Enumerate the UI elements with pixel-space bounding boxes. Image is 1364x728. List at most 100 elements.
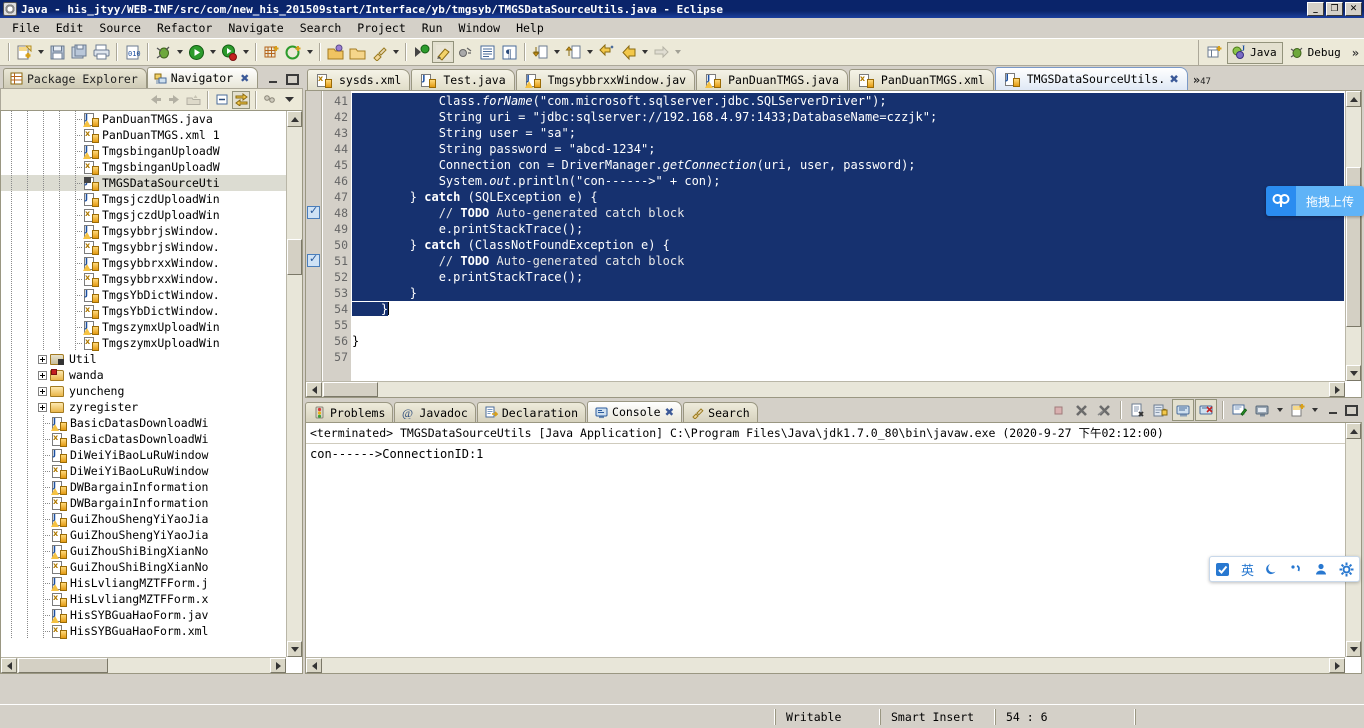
menu-file[interactable]: File — [4, 19, 48, 37]
console-horizontal-scrollbar[interactable] — [306, 657, 1345, 673]
tree-item[interactable]: J TmgsybbrxxWindow. — [1, 255, 286, 271]
search-dropdown-icon[interactable] — [390, 41, 401, 63]
paragraph-marks-icon[interactable]: ¶ — [498, 41, 520, 63]
pin-console-icon[interactable] — [1172, 399, 1194, 421]
collapse-all-icon[interactable] — [213, 91, 231, 109]
remove-all-launches-icon[interactable] — [1093, 399, 1115, 421]
tree-item[interactable]: J HisSYBGuaHaoForm.jav — [1, 607, 286, 623]
next-annotation-icon[interactable] — [529, 41, 551, 63]
open-resource-icon[interactable] — [346, 41, 368, 63]
tree-item[interactable]: x TmgsjczdUploadWin — [1, 207, 286, 223]
editor-scroll-up-button[interactable] — [1346, 91, 1361, 107]
tree-item[interactable]: x TmgsYbDictWindow. — [1, 303, 286, 319]
tree-expand-icon[interactable] — [38, 386, 47, 396]
navigator-scroll-left-button[interactable] — [1, 658, 17, 673]
maximize-button[interactable]: ❐ — [1326, 2, 1343, 16]
search-icon[interactable] — [368, 41, 390, 63]
tree-item[interactable]: J TmgsYbDictWindow. — [1, 287, 286, 303]
tree-item[interactable]: J DiWeiYiBaoLuRuWindow — [1, 447, 286, 463]
tree-item[interactable]: x TmgsybbrjsWindow. — [1, 239, 286, 255]
editor-tab[interactable]: J TMGSDataSourceUtils. ✖ — [994, 67, 1188, 90]
tree-item[interactable]: J TmgszymxUploadWin — [1, 319, 286, 335]
tree-item[interactable]: x GuiZhouShengYiYaoJia — [1, 527, 286, 543]
code-line[interactable]: } — [352, 333, 1344, 349]
tree-item[interactable]: x PanDuanTMGS.xml 1 — [1, 127, 286, 143]
editor-scroll-left-button[interactable] — [306, 382, 322, 397]
console-view-tab[interactable]: Search — [683, 402, 758, 422]
editor-vertical-scrollbar[interactable] — [1345, 91, 1361, 381]
maximize-view-icon[interactable] — [286, 74, 299, 85]
run-icon[interactable] — [185, 41, 207, 63]
ime-user-icon[interactable] — [1314, 562, 1328, 576]
scroll-lock-icon[interactable] — [1149, 399, 1171, 421]
print-icon[interactable] — [90, 41, 112, 63]
open-type-icon[interactable] — [324, 41, 346, 63]
menu-help[interactable]: Help — [508, 19, 552, 37]
skip-breakpoints-icon[interactable] — [454, 41, 476, 63]
breakpoint-marker-icon[interactable] — [307, 204, 320, 219]
view-tab-navigator-close-icon[interactable]: ✖ — [240, 72, 249, 85]
tree-item[interactable]: J PanDuanTMGS.java — [1, 111, 286, 127]
tree-expand-icon[interactable] — [38, 354, 47, 364]
clear-console-icon[interactable] — [1126, 399, 1148, 421]
code-line[interactable]: } — [352, 301, 1344, 317]
ime-status-icon[interactable] — [1215, 562, 1230, 577]
tree-item[interactable]: J TmgsjczdUploadWin — [1, 191, 286, 207]
editor-hscroll-thumb[interactable] — [323, 382, 378, 397]
code-line[interactable]: String user = "sa"; — [352, 125, 1344, 141]
view-menu-icon[interactable] — [261, 91, 279, 109]
navigator-scroll-thumb[interactable] — [287, 239, 302, 275]
new-console-dropdown-icon[interactable] — [1274, 399, 1285, 421]
editor-tab[interactable]: x PanDuanTMGS.xml — [848, 69, 994, 90]
editor-tab[interactable]: J TmgsybbrxxWindow.jav — [515, 69, 696, 90]
editor-tab[interactable]: J PanDuanTMGS.java — [696, 69, 848, 90]
close-button[interactable]: ✕ — [1345, 2, 1362, 16]
breakpoint-marker-icon[interactable] — [307, 252, 320, 267]
tree-item[interactable]: J TmgsbinganUploadW — [1, 143, 286, 159]
code-line[interactable]: // TODO Auto-generated catch block — [352, 253, 1344, 269]
tree-item[interactable]: x HisSYBGuaHaoForm.xml — [1, 623, 286, 639]
open-perspective-icon[interactable] — [1203, 42, 1225, 64]
code-line[interactable]: String password = "abcd-1234"; — [352, 141, 1344, 157]
back-icon[interactable] — [617, 41, 639, 63]
baidu-netdisk-upload-widget[interactable]: 拖拽上传 — [1266, 186, 1364, 216]
tree-item[interactable]: x DiWeiYiBaoLuRuWindow — [1, 463, 286, 479]
tree-item[interactable]: wanda — [1, 367, 286, 383]
link-with-editor-icon[interactable] — [232, 90, 250, 109]
code-line[interactable]: // TODO Auto-generated catch block — [352, 205, 1344, 221]
code-line[interactable]: e.printStackTrace(); — [352, 269, 1344, 285]
navigator-scroll-right-button[interactable] — [270, 658, 286, 673]
code-line[interactable] — [352, 349, 1344, 365]
debug-dropdown-icon[interactable] — [174, 41, 185, 63]
tree-item[interactable]: x DWBargainInformation — [1, 495, 286, 511]
tree-item[interactable]: JTMGSDataSourceUti — [1, 175, 286, 191]
code-line[interactable]: } catch (ClassNotFoundException e) { — [352, 237, 1344, 253]
console-vertical-scrollbar[interactable] — [1345, 423, 1361, 657]
ime-language-label[interactable]: 英 — [1241, 560, 1254, 579]
console-scroll-down-button[interactable] — [1346, 641, 1361, 657]
navigator-scroll-up-button[interactable] — [287, 111, 302, 127]
menu-project[interactable]: Project — [349, 19, 413, 37]
minimize-view-icon[interactable] — [267, 74, 280, 85]
tree-item[interactable]: x GuiZhouShiBingXianNo — [1, 559, 286, 575]
run-external-icon[interactable] — [218, 41, 240, 63]
perspective-overflow-icon[interactable]: » — [1349, 46, 1362, 60]
previous-annotation-icon[interactable] — [562, 41, 584, 63]
console-view-tab[interactable]: Console ✖ — [587, 401, 683, 422]
tree-item[interactable]: x TmgsybbrxxWindow. — [1, 271, 286, 287]
minimize-button[interactable]: _ — [1307, 2, 1324, 16]
navigator-vertical-scrollbar[interactable] — [286, 111, 302, 657]
console-scroll-left-button[interactable] — [306, 658, 322, 673]
debug-icon[interactable] — [152, 41, 174, 63]
tree-expand-icon[interactable] — [38, 402, 47, 412]
perspective-debug-button[interactable]: Debug — [1285, 42, 1347, 64]
code-line[interactable]: Connection con = DriverManager.getConnec… — [352, 157, 1344, 173]
navigator-hscroll-thumb[interactable] — [18, 658, 108, 673]
navigator-horizontal-scrollbar[interactable] — [1, 657, 286, 673]
editor-tab[interactable]: J Test.java — [411, 69, 515, 90]
pin-view-dropdown-icon[interactable] — [1309, 399, 1320, 421]
perspective-java-button[interactable]: J Java — [1227, 41, 1283, 64]
code-line[interactable]: e.printStackTrace(); — [352, 221, 1344, 237]
editor-tab-overflow[interactable]: » 47 — [1189, 73, 1215, 90]
console-view-tab[interactable]: Problems — [305, 402, 394, 422]
